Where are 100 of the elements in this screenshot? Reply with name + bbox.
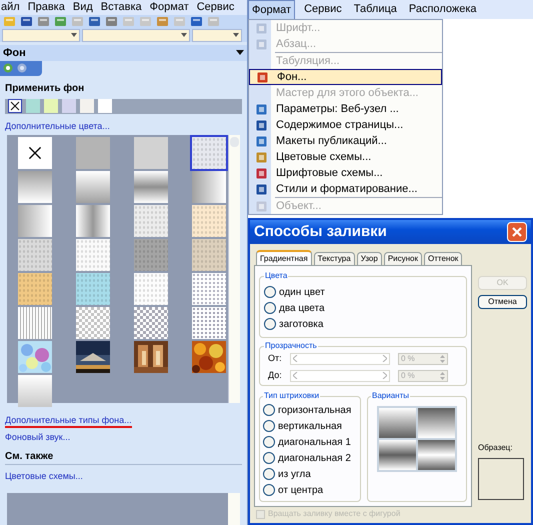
fill-tile[interactable] [18,307,52,340]
color-swatch[interactable] [62,99,76,114]
color-swatch[interactable] [44,99,58,114]
cross-icon [10,101,20,112]
close-icon [512,227,522,237]
caret-icon [71,33,77,38]
menu-entry[interactable]: Параметры: Веб-узел ... [249,101,442,117]
fill-tile[interactable] [18,375,52,408]
gradient-variant[interactable] [379,440,416,470]
gradient-variant[interactable] [418,440,455,470]
fill-tile[interactable] [18,239,52,272]
fill-tile[interactable] [76,137,110,170]
menu-item[interactable]: Вид [72,0,94,15]
tab[interactable]: Градиентная [256,250,312,265]
fill-tile[interactable] [192,341,226,374]
more-fill-types-link[interactable]: Дополнительные типы фона... [5,415,132,428]
caret-icon [233,33,239,38]
menu-item[interactable]: Формат [248,0,296,19]
background-sound-link[interactable]: Фоновый звук... [5,431,242,445]
field-label: До: [267,368,283,382]
menu-item[interactable]: Расположека [406,1,480,18]
menu-entry[interactable]: Стили и форматирование... [249,181,442,197]
fill-tile[interactable] [192,273,226,306]
fill-tile[interactable] [192,307,226,340]
color-schemes-link[interactable]: Цветовые схемы... [5,470,242,484]
fill-tile[interactable] [134,171,168,204]
fill-tile[interactable] [18,341,52,374]
option-label: из угла [278,468,311,482]
tab[interactable]: Рисунок [384,252,422,265]
fill-tile[interactable] [192,171,226,204]
fill-tile[interactable] [134,307,168,340]
menu-item[interactable]: Таблица [350,1,400,18]
fill-tile[interactable] [76,205,110,238]
tab[interactable]: Текстура [314,252,355,265]
fill-tile[interactable] [18,137,52,170]
fill-tile[interactable] [18,205,52,238]
radio-button[interactable] [264,318,276,330]
radio-button[interactable] [263,420,275,432]
radio-button[interactable] [263,484,275,496]
menu-icon [256,184,266,194]
color-swatch[interactable] [8,99,22,114]
menu-entry[interactable]: Цветовые схемы... [249,149,442,165]
more-colors-link[interactable]: Дополнительные цвета... [0,120,247,134]
fill-tile[interactable] [76,341,110,374]
fill-tile[interactable] [18,171,52,204]
radio-button[interactable] [263,436,275,448]
color-swatch[interactable] [26,99,40,114]
fill-tile[interactable] [134,239,168,272]
scrollbar[interactable] [228,135,240,404]
transparency-scrollbar[interactable] [290,370,390,382]
menu-icon [256,38,266,50]
fill-tile[interactable] [134,273,168,306]
menu-item[interactable]: Правка [26,0,66,15]
option-label: вертикальная [278,420,342,434]
dialog-button[interactable]: Отмена [478,295,527,309]
menu-item[interactable]: айл [0,0,21,15]
color-swatch[interactable] [80,99,94,114]
tab[interactable]: Оттенок [424,252,462,265]
field-label: От: [267,352,283,365]
fill-tile[interactable] [192,137,226,170]
dropdown-arrow-icon[interactable] [236,50,244,56]
radio-button[interactable] [264,286,276,298]
menu-icon [256,200,266,212]
fill-tile[interactable] [76,307,110,340]
radio-button[interactable] [263,452,275,464]
dropdown[interactable] [82,28,190,42]
menu-entry[interactable]: Макеты публикаций... [249,133,442,149]
radio-button[interactable] [264,302,276,314]
fill-tile[interactable] [134,205,168,238]
option-label: один цвет [279,286,325,300]
fill-tile[interactable] [76,171,110,204]
menu-item[interactable]: Сервис [196,0,236,15]
forward-icon[interactable] [17,63,27,74]
gradient-variant[interactable] [379,408,416,438]
fill-tile[interactable] [192,239,226,272]
fill-tile[interactable] [18,273,52,306]
radio-button[interactable] [263,404,275,416]
section-label: Применить фон [4,82,86,96]
transparency-scrollbar[interactable] [290,352,390,364]
gradient-variant[interactable] [418,408,455,438]
window-title: Способы заливки [254,222,387,242]
menu-icon [256,168,266,178]
fill-tile[interactable] [76,273,110,306]
dropdown[interactable] [192,28,242,42]
menu-item[interactable]: Формат [148,0,190,15]
fill-tile[interactable] [134,341,168,374]
fill-tile[interactable] [134,137,168,170]
radio-button[interactable] [263,468,275,480]
color-swatch[interactable] [98,99,112,114]
menu-entry[interactable]: Шрифтовые схемы... [249,165,442,181]
close-button[interactable] [507,222,527,242]
menu-entry[interactable]: Фон... [249,69,442,85]
menu-item[interactable]: Вставка [100,0,143,15]
menu-item[interactable]: Сервис [301,1,345,18]
tab[interactable]: Узор [356,252,382,265]
back-icon[interactable] [3,63,13,74]
fill-tile[interactable] [192,205,226,238]
group-title: Тип штриховки [263,390,320,402]
menu-entry[interactable]: Содержимое страницы... [249,117,442,133]
fill-tile[interactable] [76,239,110,272]
